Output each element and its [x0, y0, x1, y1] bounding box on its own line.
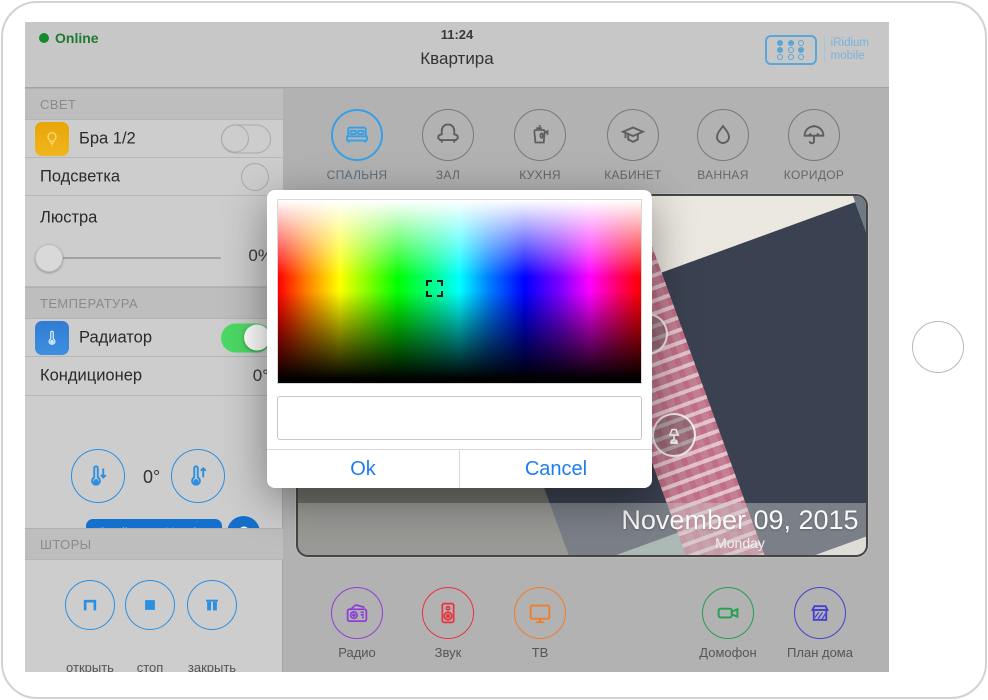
- curtain-close-button[interactable]: [187, 580, 237, 630]
- kettle-icon: [514, 109, 566, 161]
- tv-icon: [514, 587, 566, 639]
- conditioner-label: Кондиционер: [40, 367, 142, 386]
- tab-office[interactable]: КАБИНЕТ: [593, 109, 673, 182]
- radiator-label: Радиатор: [79, 328, 152, 347]
- thermometer-icon: [35, 321, 69, 355]
- color-picker-dialog: Ok Cancel: [267, 190, 652, 488]
- iridium-logo: iRidium mobile: [765, 35, 869, 65]
- video-camera-icon: [702, 587, 754, 639]
- chandelier-slider[interactable]: 0%: [35, 244, 273, 272]
- shortcut-radio-label: Радио: [312, 645, 402, 660]
- tab-corridor-label: КОРИДОР: [774, 168, 854, 182]
- shortcut-intercom[interactable]: Домофон: [683, 587, 773, 660]
- color-cursor[interactable]: [426, 280, 443, 297]
- lightbulb-icon: [35, 122, 69, 156]
- row-radiator: Радиатор: [25, 319, 283, 357]
- shortcut-sound-label: Звук: [403, 645, 493, 660]
- top-bar: Online 11:24 Квартира iRidium mobile: [25, 22, 889, 88]
- row-bra: Бра 1/2: [25, 120, 283, 158]
- shortcut-sound[interactable]: Звук: [403, 587, 493, 660]
- radio-icon: [331, 587, 383, 639]
- section-header-temperature: ТЕМПЕРАТУРА: [25, 287, 283, 319]
- backlight-toggle[interactable]: [241, 163, 269, 191]
- temp-down-button[interactable]: [71, 449, 125, 503]
- tab-hall-label: ЗАЛ: [408, 168, 488, 182]
- curtain-close-label: закрыть: [172, 660, 252, 672]
- shortcut-radio[interactable]: Радио: [312, 587, 402, 660]
- tab-hall[interactable]: ЗАЛ: [408, 109, 488, 182]
- shortcut-intercom-label: Домофон: [683, 645, 773, 660]
- bra-toggle[interactable]: [221, 124, 271, 153]
- cancel-button[interactable]: Cancel: [460, 450, 652, 488]
- section-header-light: СВЕТ: [25, 88, 283, 120]
- setpoint-value: 0°: [143, 467, 160, 488]
- armchair-icon: [422, 109, 474, 161]
- logo-wordmark: iRidium mobile: [824, 37, 869, 63]
- umbrella-icon: [788, 109, 840, 161]
- page-title: Квартира: [25, 49, 889, 69]
- iridium-logo-icon: [765, 35, 817, 65]
- color-gradient-field[interactable]: [277, 199, 642, 384]
- tab-kitchen-label: КУХНЯ: [500, 168, 580, 182]
- curtain-stop-button[interactable]: [125, 580, 175, 630]
- shortcut-house-plan[interactable]: План дома: [775, 587, 865, 660]
- color-value-input[interactable]: [277, 396, 642, 440]
- shortcut-house-plan-label: План дома: [775, 645, 865, 660]
- row-chandelier: Люстра 0%: [25, 196, 283, 287]
- row-conditioner: Кондиционер 0°: [25, 357, 283, 396]
- tab-office-label: КАБИНЕТ: [593, 168, 673, 182]
- tab-corridor[interactable]: КОРИДОР: [774, 109, 854, 182]
- backlight-label: Подсветка: [40, 167, 120, 186]
- chandelier-label: Люстра: [40, 209, 97, 228]
- section-header-curtains: ШТОРЫ: [25, 528, 283, 560]
- tab-bedroom-label: СПАЛЬНЯ: [317, 168, 397, 182]
- bra-label: Бра 1/2: [79, 129, 136, 148]
- clock: 11:24: [25, 27, 889, 42]
- graduation-cap-icon: [607, 109, 659, 161]
- sidebar: СВЕТ Бра 1/2 Подсветка Люстра: [25, 88, 283, 672]
- tab-bathroom[interactable]: ВАННАЯ: [683, 109, 763, 182]
- app-screen: Online 11:24 Квартира iRidium mobile СВЕ…: [25, 22, 889, 672]
- shortcut-tv[interactable]: ТВ: [495, 587, 585, 660]
- speaker-icon: [422, 587, 474, 639]
- temp-up-button[interactable]: [171, 449, 225, 503]
- radiator-toggle[interactable]: [221, 323, 271, 352]
- tab-kitchen[interactable]: КУХНЯ: [500, 109, 580, 182]
- house-plan-icon: [794, 587, 846, 639]
- bed-icon: [331, 109, 383, 161]
- lamp-button[interactable]: [652, 413, 696, 457]
- row-backlight: Подсветка: [25, 158, 283, 196]
- date-overlay: November 09, 2015 Monday: [298, 503, 866, 555]
- tablet-frame: Online 11:24 Квартира iRidium mobile СВЕ…: [0, 0, 988, 700]
- weekday-label: Monday: [614, 535, 866, 551]
- tab-bathroom-label: ВАННАЯ: [683, 168, 763, 182]
- home-button[interactable]: [912, 321, 964, 373]
- water-drop-icon: [697, 109, 749, 161]
- curtain-open-button[interactable]: [65, 580, 115, 630]
- ok-button[interactable]: Ok: [267, 450, 459, 488]
- tab-bedroom[interactable]: СПАЛЬНЯ: [317, 109, 397, 182]
- shortcut-tv-label: ТВ: [495, 645, 585, 660]
- date-label: November 09, 2015: [614, 505, 866, 536]
